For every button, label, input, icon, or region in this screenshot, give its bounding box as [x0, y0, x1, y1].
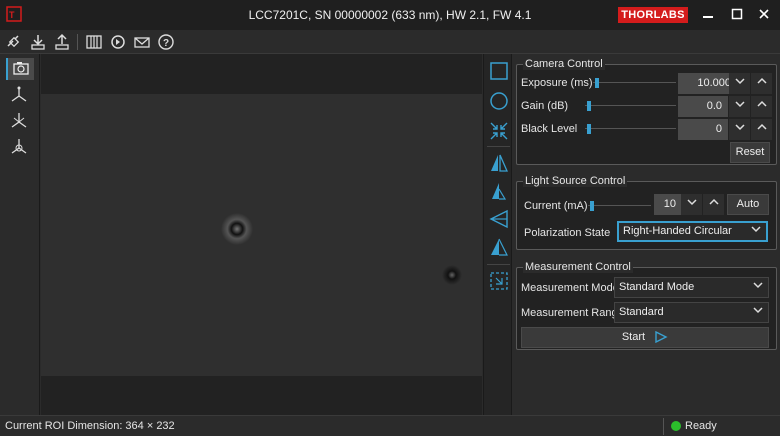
mail-icon[interactable] — [133, 33, 151, 51]
title-bar: T LCC7201C, SN 00000002 (633 nm), HW 2.1… — [0, 0, 780, 30]
roi-select-icon[interactable] — [488, 270, 510, 292]
fit-view-icon[interactable] — [488, 120, 510, 142]
camera-control-title: Camera Control — [523, 58, 605, 70]
refresh-icon[interactable] — [109, 33, 127, 51]
rotate-icon[interactable] — [488, 208, 510, 230]
measurement-mode-select[interactable]: Standard Mode — [614, 277, 769, 298]
artifact-spot-large — [221, 213, 253, 245]
circle-roi-icon[interactable] — [488, 90, 510, 112]
minimize-icon — [703, 16, 713, 18]
chevron-up-icon — [756, 77, 767, 84]
upload-icon[interactable] — [53, 33, 71, 51]
measurement-range-label: Measurement Range — [521, 307, 624, 319]
roi-dimension-text: Current ROI Dimension: 364 × 232 — [5, 420, 175, 432]
artifact-spot-small — [442, 265, 462, 285]
gain-label: Gain (dB) — [521, 100, 569, 112]
current-decrease-button[interactable] — [681, 194, 702, 215]
brand-logo: THORLABS — [618, 7, 688, 23]
sidebar-item-axes-3[interactable] — [6, 136, 34, 158]
chevron-down-icon — [751, 226, 761, 233]
camera-frame — [221, 213, 462, 285]
black-level-value[interactable]: 0 — [678, 119, 728, 140]
black-level-increase-button[interactable] — [751, 119, 772, 140]
download-icon[interactable] — [29, 33, 47, 51]
toolbar-separator — [77, 34, 78, 50]
chevron-down-icon — [734, 78, 745, 85]
polarization-label: Polarization State — [524, 227, 611, 239]
chevron-down-icon — [753, 307, 763, 314]
play-icon — [655, 330, 668, 344]
current-increase-button[interactable] — [703, 194, 724, 215]
axes-icon — [11, 86, 27, 102]
measurement-range-value: Standard — [619, 306, 664, 318]
chevron-down-icon — [753, 282, 763, 289]
start-label: Start — [621, 331, 646, 343]
axes-arrows-icon — [11, 113, 27, 128]
sidebar-item-camera[interactable] — [6, 58, 34, 80]
chevron-down-icon — [734, 101, 745, 108]
reset-button[interactable]: Reset — [730, 142, 770, 163]
measurement-control-title: Measurement Control — [523, 261, 633, 273]
current-slider[interactable] — [588, 200, 651, 212]
maximize-button[interactable] — [725, 4, 749, 26]
measurement-range-select[interactable]: Standard — [614, 302, 769, 323]
chevron-up-icon — [756, 123, 767, 130]
svg-text:?: ? — [163, 38, 169, 49]
auto-button[interactable]: Auto — [727, 194, 769, 215]
toolstrip-separator — [487, 264, 510, 265]
control-panel: Camera Control Exposure (ms) 10.000 Gain… — [513, 54, 780, 415]
camera-control-group: Camera Control Exposure (ms) 10.000 Gain… — [516, 58, 777, 165]
status-separator — [663, 418, 664, 435]
grid-icon[interactable] — [85, 33, 103, 51]
toolstrip-separator — [487, 146, 510, 147]
camera-icon — [13, 62, 29, 75]
gain-slider[interactable] — [585, 100, 676, 112]
polarization-value: Right-Handed Circular — [623, 225, 732, 237]
light-source-control-title: Light Source Control — [523, 175, 628, 187]
sidebar-item-axes-1[interactable] — [6, 84, 34, 106]
light-source-control-group: Light Source Control Current (mA) 10 Aut… — [516, 175, 777, 250]
chevron-down-icon — [686, 199, 697, 206]
flip-vertical-icon[interactable] — [488, 180, 510, 202]
view-toolstrip — [483, 54, 512, 415]
status-text: Ready — [685, 420, 717, 432]
maximize-icon — [731, 8, 743, 20]
chevron-down-icon — [734, 124, 745, 131]
gain-increase-button[interactable] — [751, 96, 772, 117]
toolbar: ? — [0, 30, 780, 54]
ready-indicator-icon — [671, 421, 681, 431]
help-icon[interactable]: ? — [157, 33, 175, 51]
exposure-slider[interactable] — [593, 77, 676, 89]
status-bar: Current ROI Dimension: 364 × 232 Ready — [0, 415, 780, 436]
connect-icon[interactable] — [5, 33, 23, 51]
chevron-up-icon — [708, 198, 719, 205]
close-button[interactable] — [752, 4, 776, 26]
mirror-icon[interactable] — [488, 236, 510, 258]
image-viewer[interactable] — [41, 54, 482, 415]
black-level-slider[interactable] — [585, 123, 676, 135]
close-icon — [759, 9, 769, 19]
measurement-mode-label: Measurement Mode — [521, 282, 619, 294]
axes-sphere-icon — [11, 139, 27, 154]
camera-image[interactable] — [41, 94, 482, 376]
exposure-label: Exposure (ms) — [521, 77, 593, 89]
exposure-decrease-button[interactable] — [729, 73, 750, 94]
sidebar — [0, 54, 40, 415]
square-roi-icon[interactable] — [488, 60, 510, 82]
black-level-decrease-button[interactable] — [729, 119, 750, 140]
gain-decrease-button[interactable] — [729, 96, 750, 117]
exposure-increase-button[interactable] — [751, 73, 772, 94]
current-label: Current (mA) — [524, 200, 588, 212]
sidebar-item-axes-2[interactable] — [6, 110, 34, 132]
gain-value[interactable]: 0.0 — [678, 96, 728, 117]
polarization-select[interactable]: Right-Handed Circular — [617, 221, 768, 242]
measurement-control-group: Measurement Control Measurement Mode Sta… — [516, 261, 777, 350]
measurement-mode-value: Standard Mode — [619, 281, 695, 293]
current-value[interactable]: 10 — [654, 194, 682, 215]
flip-horizontal-icon[interactable] — [488, 152, 510, 174]
black-level-label: Black Level — [521, 123, 578, 135]
chevron-up-icon — [756, 100, 767, 107]
start-button[interactable]: Start — [521, 327, 769, 348]
minimize-button[interactable] — [696, 4, 720, 26]
